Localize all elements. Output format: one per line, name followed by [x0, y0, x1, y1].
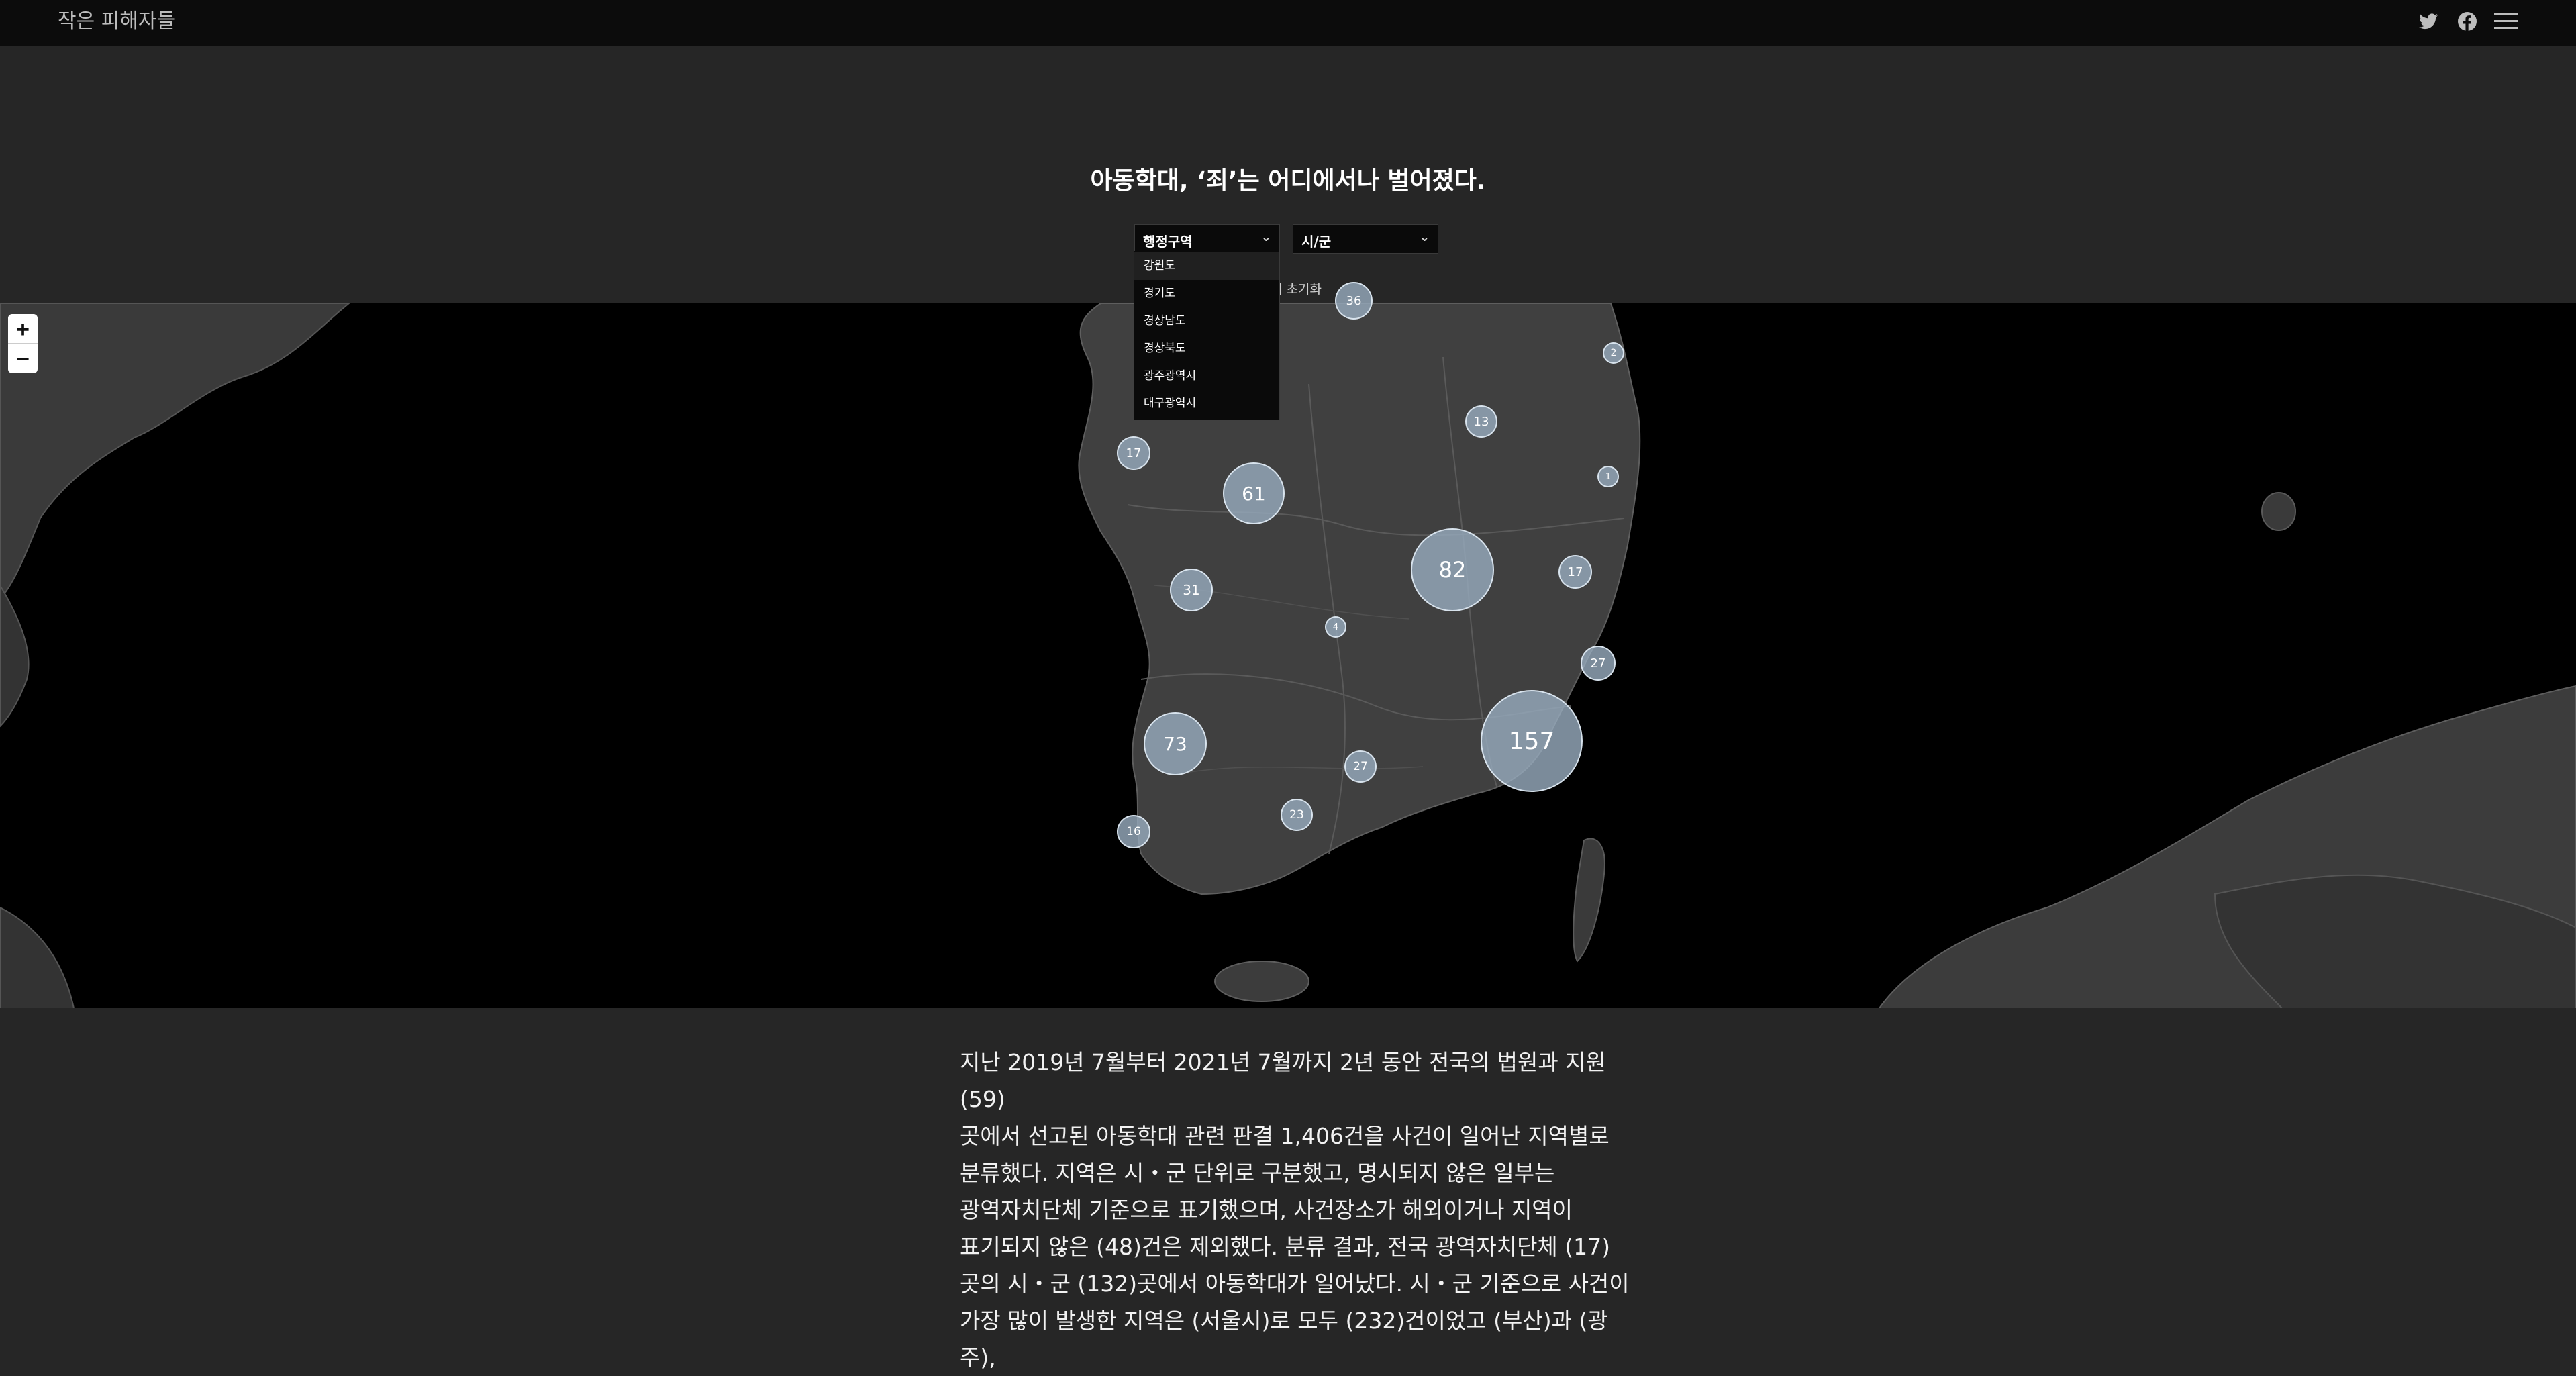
cluster-count: 13 [1473, 414, 1489, 429]
article-line: 곳의 시・군 (132)곳에서 아동학대가 일어났다. 시・군 기준으로 사건이 [960, 1271, 1630, 1297]
facebook-icon[interactable] [2455, 9, 2479, 34]
cluster-marker[interactable]: 61 [1223, 462, 1285, 524]
region-option[interactable]: 경상남도 [1134, 307, 1279, 335]
map-land-layer [0, 303, 2576, 1008]
cluster-marker[interactable]: 23 [1281, 799, 1313, 831]
cluster-marker[interactable]: 17 [1117, 436, 1150, 470]
city-select[interactable]: 시/군 ⌄ [1293, 224, 1438, 254]
cluster-count: 73 [1163, 732, 1187, 755]
region-option[interactable]: 경기도 [1134, 280, 1279, 307]
cluster-count: 4 [1332, 622, 1339, 632]
map-canvas[interactable] [0, 303, 2576, 1008]
city-select-value: 시/군 [1301, 234, 1332, 250]
article-body: 지난 2019년 7월부터 2021년 7월까지 2년 동안 전국의 법원과 지… [960, 1044, 1631, 1376]
article-line: 표기되지 않은 (48)건은 제외했다. 분류 결과, 전국 광역자치단체 (1… [960, 1234, 1611, 1260]
region-option[interactable]: 경상북도 [1134, 335, 1279, 362]
cluster-marker[interactable]: 2 [1603, 342, 1624, 364]
twitter-icon[interactable] [2416, 9, 2440, 34]
cluster-count: 2 [1610, 348, 1617, 358]
cluster-marker[interactable]: 16 [1117, 815, 1150, 848]
cluster-count: 17 [1567, 564, 1583, 579]
region-option[interactable]: 광주광역시 [1134, 362, 1279, 390]
cluster-count: 36 [1346, 293, 1362, 308]
cluster-count: 157 [1508, 727, 1555, 755]
cluster-count: 1 [1605, 471, 1612, 482]
zoom-control: + − [8, 314, 38, 373]
cluster-marker[interactable]: 13 [1465, 405, 1497, 438]
cluster-count: 27 [1353, 760, 1368, 773]
cluster-marker[interactable]: 82 [1411, 528, 1494, 611]
article-line: 지난 2019년 7월부터 2021년 7월까지 2년 동안 전국의 법원과 지… [960, 1049, 1606, 1112]
cluster-count: 23 [1289, 808, 1304, 822]
zoom-in-button[interactable]: + [8, 314, 38, 344]
cluster-count: 61 [1242, 482, 1266, 505]
cluster-marker[interactable]: 157 [1481, 690, 1583, 792]
cluster-marker[interactable]: 36 [1335, 282, 1373, 320]
chevron-down-icon: ⌄ [1419, 230, 1430, 244]
cluster-marker[interactable]: 17 [1558, 555, 1592, 589]
cluster-count: 31 [1183, 582, 1200, 598]
chevron-down-icon: ⌄ [1260, 230, 1271, 244]
cluster-marker[interactable]: 27 [1581, 646, 1616, 681]
cluster-marker[interactable]: 4 [1325, 616, 1346, 638]
site-title[interactable]: 작은 피해자들 [58, 8, 175, 35]
cluster-marker[interactable]: 27 [1344, 750, 1377, 783]
region-select-value: 행정구역 [1143, 234, 1193, 250]
article-line: 가장 많이 발생한 지역은 (서울시)로 모두 (232)건이었고 (부산)과 … [960, 1308, 1608, 1371]
zoom-out-button[interactable]: − [8, 344, 38, 373]
cluster-marker[interactable]: 1 [1597, 466, 1619, 487]
region-select[interactable]: 행정구역 ⌄ [1134, 224, 1280, 254]
cluster-count: 17 [1126, 446, 1142, 460]
cluster-count: 16 [1126, 825, 1141, 838]
article-line: 곳에서 선고된 아동학대 관련 판결 1,406건을 사건이 일어난 지역별로 [960, 1123, 1609, 1149]
region-option[interactable]: 강원도 [1134, 252, 1279, 280]
menu-icon[interactable] [2494, 9, 2518, 34]
cluster-marker[interactable]: 31 [1170, 569, 1213, 611]
top-navigation-bar: 작은 피해자들 [0, 0, 2576, 46]
region-dropdown-list: 강원도 경기도 경상남도 경상북도 광주광역시 대구광역시 [1134, 251, 1280, 420]
cluster-count: 82 [1438, 557, 1467, 583]
page-headline: 아동학대, ‘죄’는 어디에서나 벌어졌다. [1090, 167, 1486, 195]
cluster-count: 27 [1590, 656, 1606, 671]
header-icon-group [2416, 9, 2518, 34]
cluster-marker[interactable]: 73 [1144, 712, 1207, 775]
region-option[interactable]: 대구광역시 [1134, 390, 1279, 417]
article-line: 분류했다. 지역은 시・군 단위로 구분했고, 명시되지 않은 일부는 [960, 1160, 1555, 1186]
article-line: 광역자치단체 기준으로 표기했으며, 사건장소가 해외이거나 지역이 [960, 1197, 1573, 1223]
